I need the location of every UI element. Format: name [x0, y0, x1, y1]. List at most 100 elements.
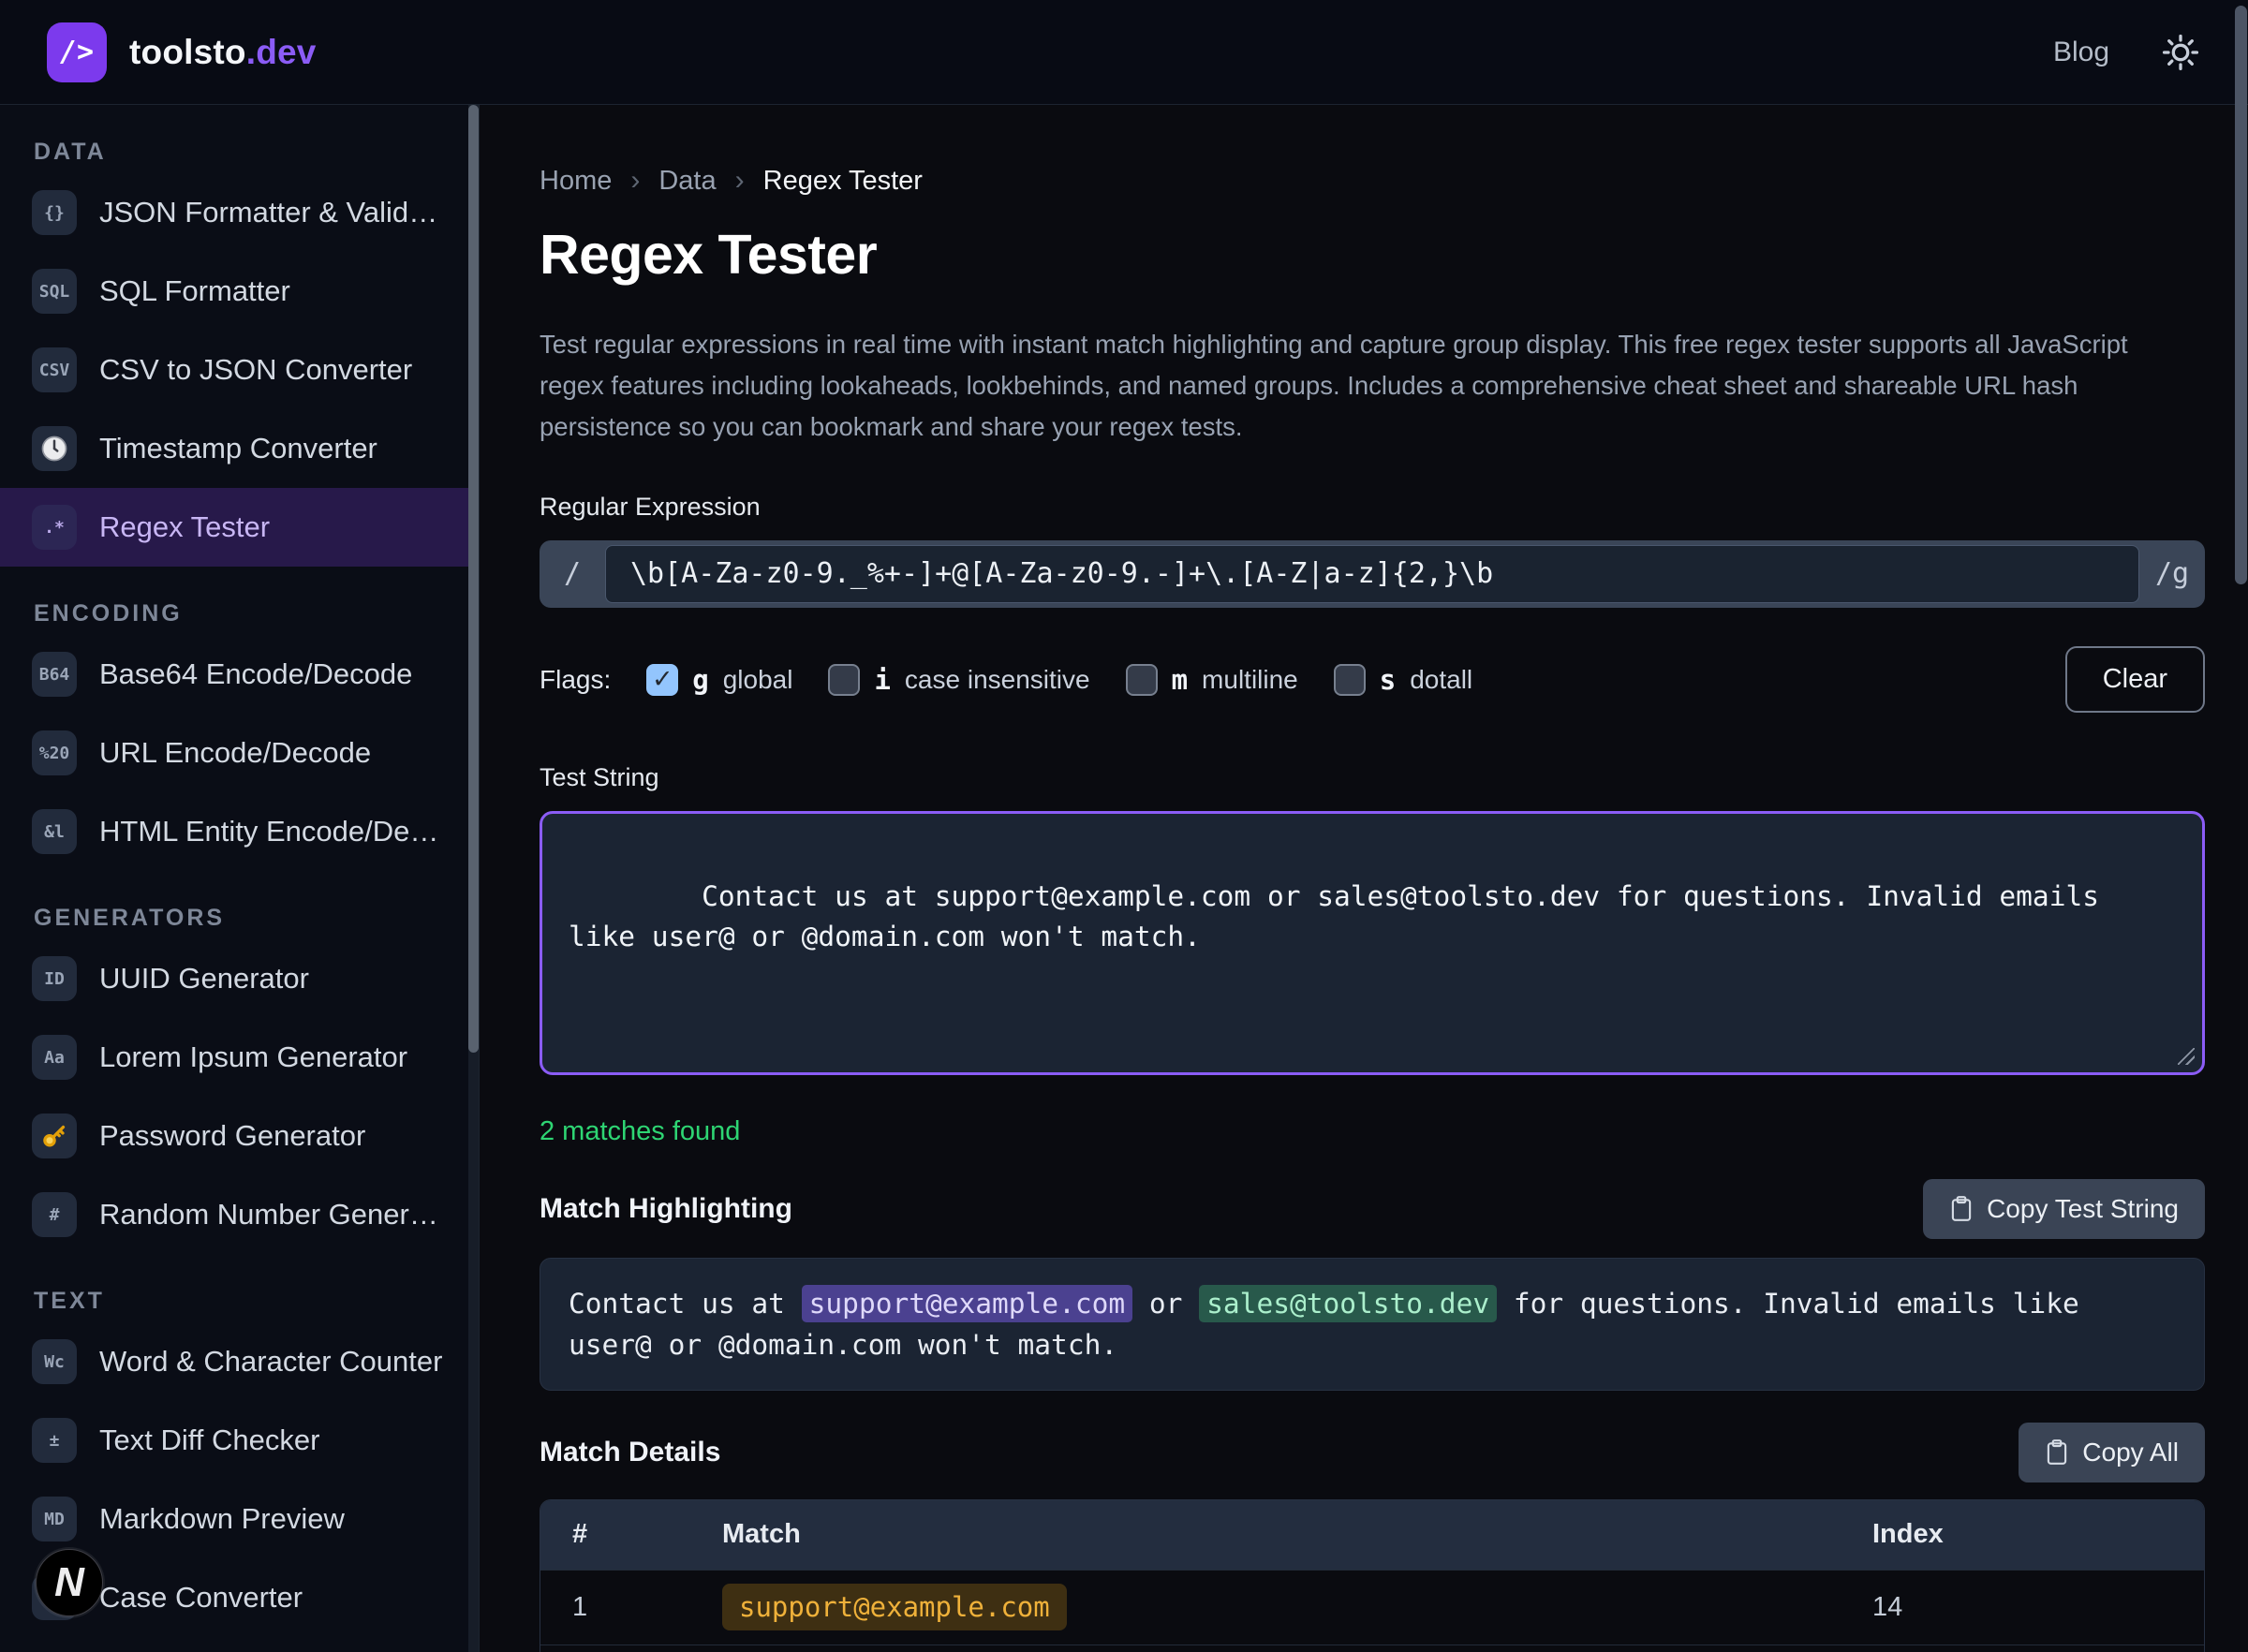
test-string-textarea[interactable]: Contact us at support@example.com or sal… [540, 811, 2205, 1075]
topbar-right: Blog [2053, 32, 2201, 73]
flag-option-g[interactable]: gglobal [646, 664, 792, 696]
sidebar-item-json-formatter-validator[interactable]: {} JSON Formatter & Validator [0, 173, 479, 252]
sidebar-item-text-diff-checker[interactable]: ± Text Diff Checker [0, 1401, 479, 1480]
regex-pattern-input[interactable]: \b[A-Za-z0-9._%+-]+@[A-Za-z0-9.-]+\.[A-Z… [605, 545, 2139, 603]
copy-test-string-label: Copy Test String [1987, 1194, 2179, 1224]
word-character-counter-icon: Wc [32, 1339, 77, 1384]
breadcrumb: Home›Data›Regex Tester [540, 165, 2205, 197]
match-index: 14 [1872, 1592, 2172, 1623]
sidebar-item-label: Word & Character Counter [99, 1345, 442, 1379]
match-details-table: #MatchIndex1support@example.com142sales@… [540, 1499, 2205, 1652]
copy-all-label: Copy All [2082, 1438, 2179, 1468]
details-header: Match Details Copy All [540, 1423, 2205, 1482]
test-string-label: Test String [540, 763, 2205, 792]
brand[interactable]: /> toolsto.dev [47, 22, 317, 82]
flag-letter: i [874, 664, 890, 696]
sidebar-item-timestamp-converter[interactable]: Timestamp Converter [0, 409, 479, 488]
table-header-index: Index [1872, 1519, 2172, 1550]
clear-button[interactable]: Clear [2065, 646, 2205, 713]
sidebar-item-label: Random Number Generator [99, 1198, 446, 1232]
sidebar-nav: DATA {} JSON Formatter & Validator SQL SQL F… [0, 139, 479, 1652]
sidebar-item-markdown-preview[interactable]: MDMarkdown Preview [0, 1480, 479, 1558]
sidebar-scrollbar[interactable] [468, 105, 479, 1652]
copy-test-string-button[interactable]: Copy Test String [1923, 1179, 2205, 1239]
chevron-right-icon: › [630, 165, 640, 197]
sidebar-item-word-character-counter[interactable]: Wc Word & Character Counter [0, 1322, 479, 1401]
match-number: 1 [572, 1592, 722, 1623]
sidebar-section-label-encoding: ENCODING [34, 600, 479, 627]
flag-letter: s [1380, 664, 1396, 696]
sidebar-item-uuid-generator[interactable]: IDUUID Generator [0, 939, 479, 1018]
flag-letter: g [692, 664, 708, 696]
sidebar-item-label: CSV to JSON Converter [99, 353, 412, 387]
sidebar-item-regex-tester[interactable]: .*Regex Tester [0, 488, 479, 567]
page-title: Regex Tester [540, 223, 2205, 287]
highlight-match-purple: support@example.com [802, 1285, 1132, 1322]
flag-checkbox-i[interactable] [828, 664, 860, 696]
page-scrollbar-thumb[interactable] [2235, 6, 2247, 584]
breadcrumb-home[interactable]: Home [540, 166, 612, 197]
flag-option-i[interactable]: icase insensitive [828, 664, 1089, 696]
app-shell: DATA {} JSON Formatter & Validator SQL SQL F… [0, 105, 2248, 1652]
highlight-plain-text: or [1132, 1288, 1199, 1320]
flag-option-m[interactable]: mmultiline [1126, 664, 1298, 696]
main-content: Home›Data›Regex Tester Regex Tester Test… [480, 105, 2248, 1652]
brand-name: toolsto.dev [129, 33, 317, 72]
sidebar: DATA {} JSON Formatter & Validator SQL SQL F… [0, 105, 480, 1652]
sidebar-item-partial-item[interactable] [0, 1637, 479, 1652]
blog-link[interactable]: Blog [2053, 37, 2109, 68]
highlight-plain-text: Contact us at [569, 1288, 802, 1320]
regex-label: Regular Expression [540, 493, 2205, 522]
sidebar-item-csv-to-json-converter[interactable]: CSV CSV to JSON Converter [0, 331, 479, 409]
table-row[interactable]: 1support@example.com 14 [540, 1570, 2204, 1645]
regex-input-group: / \b[A-Za-z0-9._%+-]+@[A-Za-z0-9.-]+\.[A… [540, 540, 2205, 608]
sidebar-item-html-entity-encode-deco[interactable]: &lHTML Entity Encode/Deco... [0, 792, 479, 871]
sidebar-item-label: JSON Formatter & Validator [99, 196, 446, 229]
breadcrumb-regex-tester: Regex Tester [763, 166, 923, 197]
json-formatter-validator-icon: {} [32, 190, 77, 235]
text-diff-checker-icon: ± [32, 1418, 77, 1463]
flag-checkbox-g[interactable] [646, 664, 678, 696]
flags-row: Flags: gglobalicase insensitivemmultilin… [540, 645, 2205, 715]
sidebar-item-label: Password Generator [99, 1119, 365, 1153]
copy-all-button[interactable]: Copy All [2019, 1423, 2205, 1482]
resize-handle[interactable] [2176, 1046, 2196, 1067]
sidebar-section-label-data: DATA [34, 139, 479, 166]
sidebar-item-label: HTML Entity Encode/Deco... [99, 815, 446, 848]
flag-option-s[interactable]: sdotall [1334, 664, 1472, 696]
flag-checkbox-s[interactable] [1334, 664, 1366, 696]
brand-name-accent: .dev [246, 33, 317, 71]
sidebar-item-label: Lorem Ipsum Generator [99, 1040, 407, 1074]
table-row[interactable]: 2sales@toolsto.dev37 [540, 1645, 2204, 1652]
sidebar-item-label: SQL Formatter [99, 274, 290, 308]
table-header-match: Match [722, 1519, 1872, 1550]
highlighting-header: Match Highlighting Copy Test String [540, 1179, 2205, 1239]
sidebar-item-label: Text Diff Checker [99, 1423, 319, 1457]
nextjs-dev-badge[interactable]: N [36, 1549, 103, 1616]
sql-formatter-icon: SQL [32, 269, 77, 314]
sidebar-item-label: Regex Tester [99, 510, 270, 544]
flag-name: multiline [1202, 665, 1298, 695]
sidebar-item-password-generator[interactable]: Password Generator [0, 1097, 479, 1175]
sidebar-item-sql-formatter[interactable]: SQL SQL Formatter [0, 252, 479, 331]
timestamp-converter-icon [32, 426, 77, 471]
match-count-status: 2 matches found [540, 1116, 2205, 1147]
flag-checkbox-m[interactable] [1126, 664, 1158, 696]
flag-items: gglobal icase insensitive mmultiline sdotal… [646, 664, 1472, 696]
theme-toggle-sun-icon[interactable] [2160, 32, 2201, 73]
sidebar-scrollbar-thumb[interactable] [468, 105, 479, 1053]
flag-name: dotall [1410, 665, 1472, 695]
page-scrollbar[interactable] [2235, 0, 2248, 1652]
test-string-value: Contact us at support@example.com or sal… [569, 880, 2116, 952]
sidebar-item-label: Base64 Encode/Decode [99, 657, 412, 691]
sidebar-item-random-number-generator[interactable]: #Random Number Generator [0, 1175, 479, 1254]
csv-to-json-converter-icon: CSV [32, 347, 77, 392]
match-value-pill: support@example.com [722, 1584, 1067, 1630]
sidebar-item-url-encode-decode[interactable]: %20URL Encode/Decode [0, 714, 479, 792]
sidebar-item-base64-encode-decode[interactable]: B64Base64 Encode/Decode [0, 635, 479, 714]
breadcrumb-data[interactable]: Data [658, 166, 716, 197]
sidebar-item-lorem-ipsum-generator[interactable]: AaLorem Ipsum Generator [0, 1018, 479, 1097]
highlight-match-green: sales@toolsto.dev [1199, 1285, 1497, 1322]
markdown-preview-icon: MD [32, 1497, 77, 1541]
flag-name: global [723, 665, 793, 695]
